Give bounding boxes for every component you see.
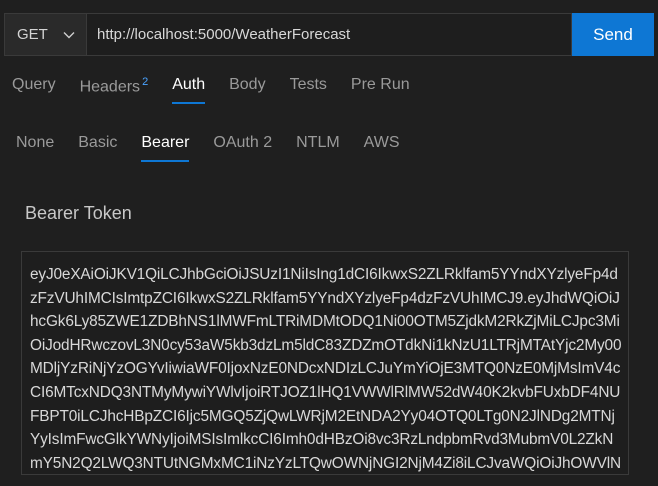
tab-headers[interactable]: Headers 2 — [68, 70, 161, 104]
url-input[interactable]: http://localhost:5000/WeatherForecast — [86, 13, 572, 56]
tab-body[interactable]: Body — [217, 70, 277, 104]
auth-tab-bearer-label: Bearer — [141, 134, 190, 151]
tab-tests-label: Tests — [289, 76, 327, 93]
headers-count-badge: 2 — [142, 76, 149, 88]
request-bar: GET http://localhost:5000/WeatherForecas… — [4, 13, 654, 56]
auth-tab-none-label: None — [16, 134, 55, 151]
auth-tab-none[interactable]: None — [4, 128, 66, 162]
auth-tab-ntlm-label: NTLM — [296, 134, 340, 151]
bearer-token-label: Bearer Token — [25, 203, 132, 223]
send-label: Send — [593, 24, 633, 44]
bearer-token-input[interactable]: eyJ0eXAiOiJKV1QiLCJhbGciOiJSUzI1NiIsIng1… — [21, 251, 629, 475]
tab-pre-run[interactable]: Pre Run — [339, 70, 422, 104]
bearer-token-value: eyJ0eXAiOiJKV1QiLCJhbGciOiJSUzI1NiIsIng1… — [30, 266, 622, 472]
tab-headers-label: Headers — [79, 78, 141, 96]
tab-auth[interactable]: Auth — [160, 70, 217, 104]
app-window: GET http://localhost:5000/WeatherForecas… — [0, 0, 658, 486]
tab-pre-run-label: Pre Run — [350, 76, 410, 93]
method-label: GET — [17, 26, 48, 43]
chevron-down-icon — [63, 31, 75, 38]
tab-query-label: Query — [12, 76, 56, 93]
tab-tests[interactable]: Tests — [278, 70, 339, 104]
auth-tab-aws-label: AWS — [363, 134, 400, 151]
request-tabs: Query Headers 2 Auth Body Tests Pre Run — [0, 70, 422, 104]
url-text: http://localhost:5000/WeatherForecast — [97, 26, 351, 43]
auth-tab-oauth2[interactable]: OAuth 2 — [201, 128, 284, 162]
tab-body-label: Body — [229, 76, 266, 93]
auth-tab-basic-label: Basic — [78, 134, 118, 151]
auth-type-tabs: None Basic Bearer OAuth 2 NTLM AWS — [4, 128, 412, 162]
auth-tab-aws[interactable]: AWS — [352, 128, 412, 162]
tab-auth-label: Auth — [172, 76, 206, 93]
send-button[interactable]: Send — [572, 13, 654, 56]
auth-tab-ntlm[interactable]: NTLM — [284, 128, 352, 162]
auth-tab-basic[interactable]: Basic — [66, 128, 129, 162]
auth-tab-oauth2-label: OAuth 2 — [213, 134, 273, 151]
tab-query[interactable]: Query — [0, 70, 68, 104]
method-select[interactable]: GET — [4, 13, 86, 56]
auth-tab-bearer[interactable]: Bearer — [129, 128, 201, 162]
